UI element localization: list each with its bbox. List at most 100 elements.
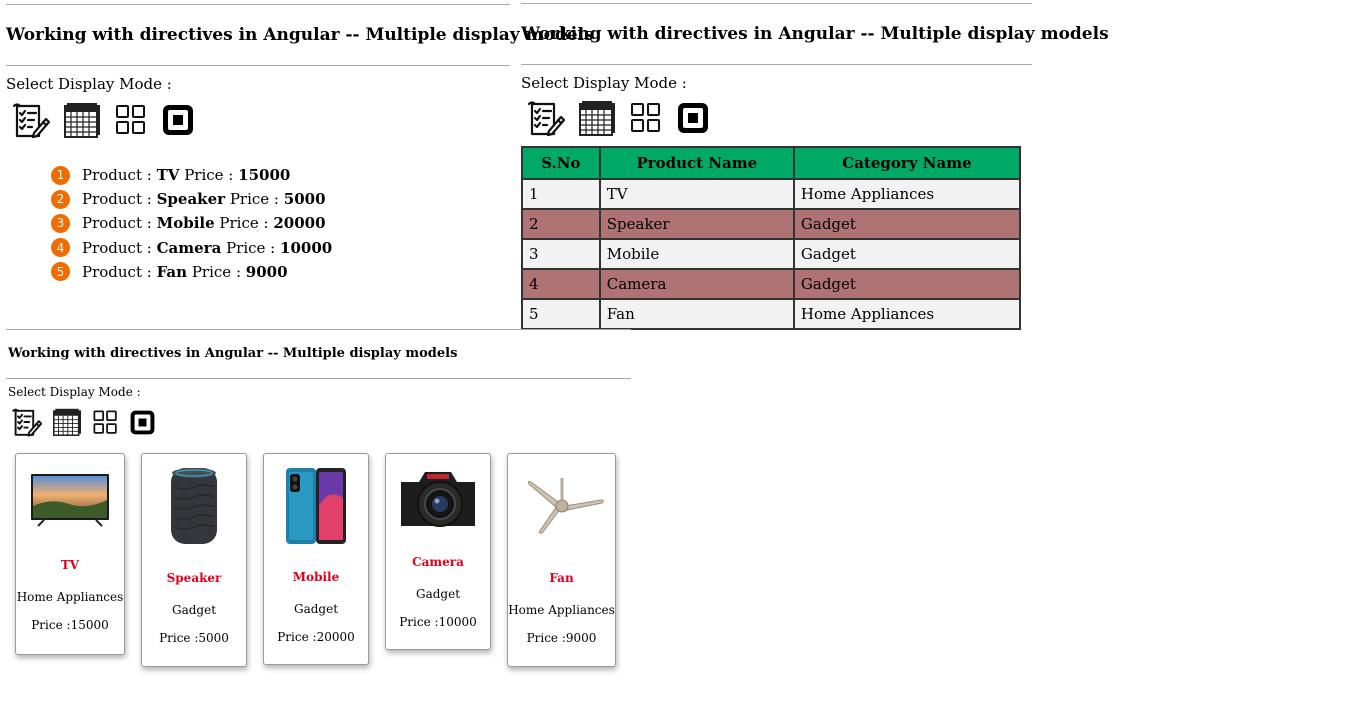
square-icon[interactable] [161,103,195,137]
card-product-name: Speaker [166,571,222,585]
cell-sno: 1 [521,178,601,210]
card-price: Price :10000 [386,615,490,629]
product-card[interactable]: TV Home Appliances Price :15000 [15,453,125,655]
price-prefix: Price : [277,630,317,644]
cell-product-name: Speaker [598,208,795,240]
price-prefix: Price : [184,166,234,185]
page-heading: Working with directives in Angular -- Mu… [6,25,594,45]
price-value: 20000 [316,630,355,644]
spreadsheet-icon[interactable] [52,408,82,436]
price-prefix: Price : [229,190,279,209]
price-value: 15000 [70,618,109,632]
heading-divider [6,65,510,66]
table-row: 2 Speaker Gadget [521,208,1022,240]
product-prefix: Product : [82,238,152,257]
product-card[interactable]: Speaker Gadget Price :5000 [141,453,247,667]
card-price: Price :5000 [142,631,246,645]
top-divider [6,4,510,5]
price-prefix: Price : [226,238,276,257]
list-item: 2 Product : Speaker Price : 5000 [51,187,332,211]
card-price: Price :9000 [508,631,615,645]
fan-image [508,476,615,536]
cell-category: Home Appliances [792,298,1022,330]
cell-product-name: Camera [598,268,795,300]
product-card[interactable]: Fan Home Appliances Price :9000 [507,453,616,667]
card-category: Gadget [293,602,339,616]
list-item: 1 Product : TV Price : 15000 [51,163,332,187]
product-name: Fan [156,262,188,281]
grid-icon[interactable] [114,103,148,137]
cell-product-name: Mobile [598,238,795,270]
table-header-row: S.No Product Name Category Name [521,146,1022,180]
square-icon[interactable] [129,409,156,436]
select-mode-label: Select Display Mode : [521,74,687,92]
price-value: 10000 [438,615,477,629]
cell-category: Home Appliances [792,178,1022,210]
square-icon[interactable] [676,101,710,135]
list-item: 4 Product : Camera Price : 10000 [51,236,332,260]
checklist-pencil-icon[interactable] [525,98,565,138]
grid-icon[interactable] [629,101,663,135]
number-badge: 1 [51,165,70,185]
card-product-name: Camera [412,555,464,569]
price-prefix: Price : [526,631,566,645]
card-category: Gadget [415,587,461,601]
column-header-category-name: Category Name [792,146,1022,180]
list-display-panel: Working with directives in Angular -- Mu… [0,0,594,330]
price-prefix: Price : [191,262,242,281]
checklist-pencil-icon[interactable] [10,406,42,438]
price-value: 5000 [198,631,229,645]
display-mode-icons [10,100,208,140]
speaker-image [142,465,246,547]
card-category: Home Appliances [16,590,124,604]
heading-divider [521,64,1032,65]
product-prefix: Product : [82,166,152,185]
price-prefix: Price : [219,214,269,233]
card-display-panel: Working with directives in Angular -- Mu… [0,328,640,688]
card-price: Price :20000 [264,630,368,644]
table-row: 5 Fan Home Appliances [521,298,1022,330]
page-heading: Working with directives in Angular -- Mu… [521,24,1109,44]
product-price: 5000 [283,190,326,209]
camera-image [386,464,490,532]
product-prefix: Product : [82,214,152,233]
top-divider [521,3,1032,4]
card-product-name: Fan [549,571,574,585]
price-prefix: Price : [31,618,71,632]
product-name: Mobile [156,214,215,233]
cell-sno: 3 [521,238,601,270]
cell-sno: 5 [521,298,601,330]
grid-icon[interactable] [92,409,119,436]
number-badge: 2 [51,189,70,209]
product-card[interactable]: Mobile Gadget Price :20000 [263,453,369,665]
product-prefix: Product : [82,262,152,281]
number-badge: 3 [51,213,70,233]
product-card[interactable]: Camera Gadget Price :10000 [385,453,491,650]
top-divider [6,329,631,330]
cell-category: Gadget [792,208,1022,240]
spreadsheet-icon[interactable] [578,100,616,136]
cell-category: Gadget [792,238,1022,270]
price-value: 9000 [565,631,597,645]
number-badge: 4 [51,238,70,258]
card-category: Home Appliances [508,603,615,617]
column-header-sno: S.No [521,146,601,180]
checklist-pencil-icon[interactable] [10,100,50,140]
cell-category: Gadget [792,268,1022,300]
product-price: 15000 [238,166,291,185]
select-mode-label: Select Display Mode : [6,75,172,93]
spreadsheet-icon[interactable] [63,102,101,138]
cell-sno: 4 [521,268,601,300]
table-row: 3 Mobile Gadget [521,238,1022,270]
table-row: 1 TV Home Appliances [521,178,1022,210]
display-mode-icons [10,406,166,438]
table-row: 4 Camera Gadget [521,268,1022,300]
number-badge: 5 [51,262,70,282]
mobile-image [264,466,368,546]
cell-product-name: Fan [598,298,795,330]
product-price: 10000 [280,238,333,257]
list-item: 5 Product : Fan Price : 9000 [51,260,332,284]
page-heading: Working with directives in Angular -- Mu… [8,346,458,361]
table-display-panel: Working with directives in Angular -- Mu… [515,0,1109,330]
card-category: Gadget [171,603,217,617]
